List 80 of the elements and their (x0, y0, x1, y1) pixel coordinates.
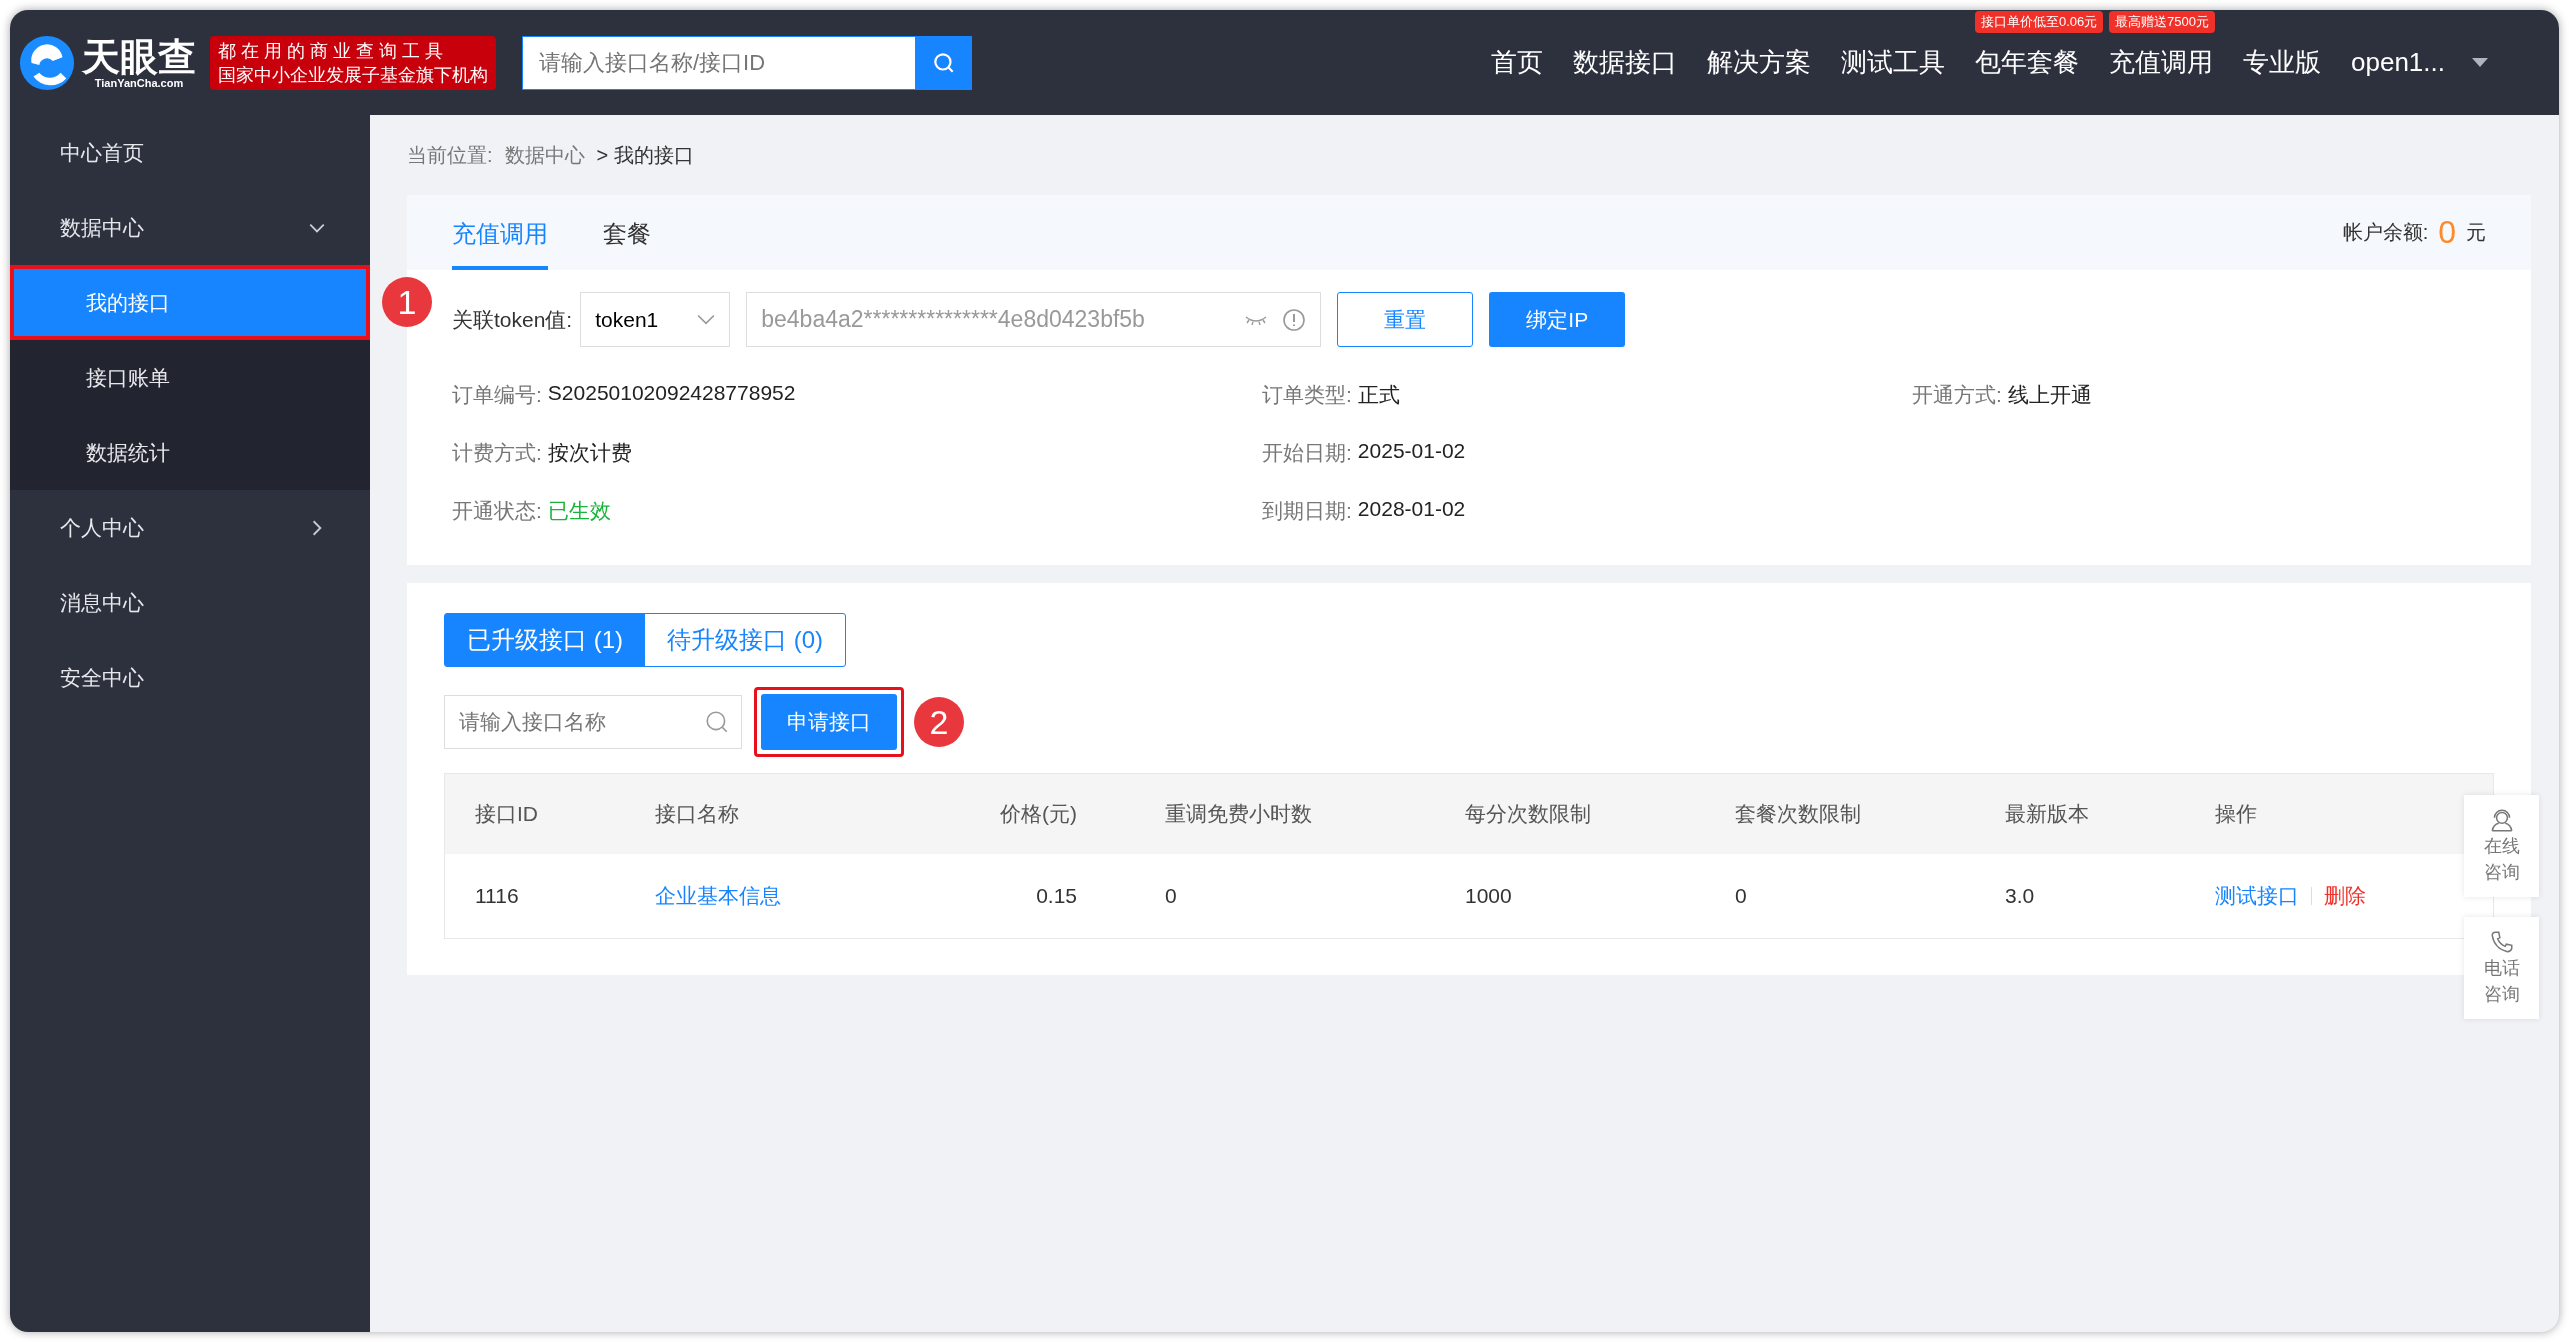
table-cell-text: 1000 (1464, 884, 1513, 908)
phone-consult-button[interactable]: 电话咨询 (2464, 917, 2539, 1019)
nav-link[interactable]: 测试工具 (1841, 47, 1945, 77)
online-consult-button[interactable]: 在线咨询 (2464, 795, 2539, 897)
sidebar-item[interactable]: 消息中心 (10, 565, 370, 640)
column-header: 重调免费小时数 (1164, 801, 1313, 827)
logo-text: 天眼查 (82, 36, 196, 77)
table-cell-text: 0 (1164, 884, 1178, 908)
nav-link[interactable]: 解决方案 (1707, 47, 1811, 77)
nav-link[interactable]: 首页 (1491, 47, 1543, 77)
column-header: 每分次数限制 (1464, 801, 1592, 827)
logo-subtext: TianYanCha.com (94, 76, 184, 89)
slogan-banner: 都 在 用 的 商 业 查 询 工 具 国家中小企业发展子基金旗下机构 (210, 35, 496, 90)
column-header: 价格(元) (999, 801, 1078, 827)
balance-value: 0 (2438, 214, 2456, 251)
field-value: 正式 (1357, 382, 1400, 408)
field-value: 2028-01-02 (1357, 497, 1466, 522)
eye-closed-icon[interactable] (1244, 313, 1269, 326)
chevron-down-icon (697, 313, 716, 326)
segment-tab[interactable]: 待升级接口 (0) (645, 614, 845, 666)
column-header: 套餐次数限制 (1734, 801, 1862, 827)
sidebar-subitem[interactable]: 数据统计 (10, 415, 370, 490)
column-header: 操作 (2214, 801, 2258, 827)
field-value: S20250102092428778952 (547, 381, 796, 406)
reset-button[interactable]: 重置 (1337, 292, 1474, 347)
sidebar-item[interactable]: 数据中心 (10, 190, 370, 265)
api-name-link[interactable]: 企业基本信息 (625, 882, 955, 910)
sidebar-subitem[interactable]: 接口账单 (10, 340, 370, 415)
api-search-field[interactable]: 请输入接口名称 (444, 695, 742, 749)
field-value: 按次计费 (547, 440, 632, 466)
table-cell-text: 0.15 (1035, 884, 1078, 908)
sidebar-item[interactable]: 安全中心 (10, 640, 370, 715)
delete-link[interactable]: 删除 (2324, 882, 2366, 910)
sidebar-item[interactable]: 中心首页 (10, 115, 370, 190)
search-icon (704, 709, 730, 735)
search-field[interactable]: 请输入接口名称/接口ID (522, 35, 916, 90)
field-value: 2025-01-02 (1357, 439, 1466, 464)
field-label: 订单编号: (452, 382, 542, 408)
field-label: 到期日期: (1262, 498, 1352, 524)
column-header: 接口ID (474, 801, 539, 827)
token-label: 关联token值: (452, 306, 573, 333)
segment-tab[interactable]: 已升级接口 (1) (445, 614, 645, 666)
nav-link[interactable]: 包年套餐 (1975, 47, 2079, 77)
field-label: 开通状态: (452, 498, 542, 524)
column-header: 最新版本 (2004, 801, 2090, 827)
apply-button[interactable]: 申请接口 (761, 694, 897, 750)
promo-badge: 最高赠送7500元 (2109, 11, 2215, 33)
token-select[interactable]: token1 (580, 292, 731, 347)
sidebar-subitem[interactable]: 我的接口 (10, 265, 370, 340)
caret-icon[interactable] (2471, 57, 2489, 68)
test-link[interactable]: 测试接口 (2215, 882, 2299, 910)
table-cell-text: 1116 (474, 884, 520, 908)
field-label: 开通方式: (1912, 382, 2002, 408)
logo-swirl-icon (18, 33, 76, 92)
table-cell-text: 3.0 (2004, 884, 2036, 908)
field-label: 开始日期: (1262, 440, 1352, 466)
user-menu[interactable]: open1... (2351, 47, 2445, 78)
phone-icon (2488, 929, 2515, 955)
info-icon[interactable] (1282, 307, 1307, 332)
field-label: 计费方式: (452, 440, 542, 466)
search-button[interactable] (916, 35, 972, 90)
breadcrumb-link[interactable]: 数据中心 (504, 141, 585, 169)
nav-link[interactable]: 数据接口 (1573, 47, 1677, 77)
breadcrumb-current: > 我的接口 (596, 142, 694, 168)
field-label: 订单类型: (1262, 382, 1352, 408)
balance-unit: 元 (2466, 220, 2486, 245)
table-cell-text: 0 (1734, 884, 1748, 908)
column-header: 接口名称 (654, 801, 740, 827)
sidebar-item[interactable]: 个人中心 (10, 490, 370, 565)
promo-badge: 接口单价低至0.06元 (1975, 11, 2104, 33)
nav-link[interactable]: 充值调用 (2109, 47, 2213, 77)
breadcrumb-label: 当前位置: (407, 142, 493, 168)
bind-ip-button[interactable]: 绑定IP (1489, 292, 1626, 347)
step-marker: 1 (382, 277, 432, 327)
step-marker: 2 (914, 697, 964, 747)
field-value: 已生效 (547, 498, 611, 524)
balance-label: 帐户余额: (2342, 220, 2429, 245)
nav-link[interactable]: 专业版 (2243, 47, 2321, 77)
field-value: 线上开通 (2007, 382, 2092, 408)
tab[interactable]: 套餐 (603, 218, 651, 270)
